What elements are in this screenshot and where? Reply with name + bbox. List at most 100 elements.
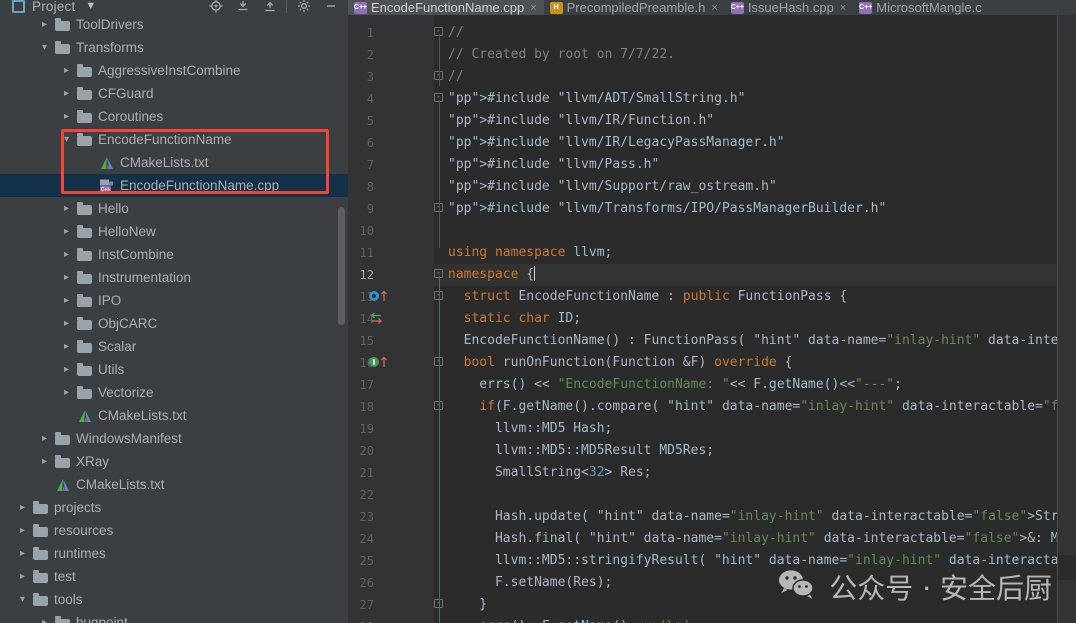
code-line[interactable]: bool runOnFunction(Function &F) override… <box>448 352 793 374</box>
code-line[interactable]: llvm::MD5::MD5Result MD5Res; <box>448 440 714 462</box>
tree-node[interactable]: ▸CMakeLists.txt <box>0 404 348 427</box>
tree-node-label: EncodeFunctionName <box>98 132 232 147</box>
code-line[interactable]: Hash.update( "hint" data-name="inlay-hin… <box>448 506 1076 528</box>
tree-node[interactable]: ▸ test <box>0 565 348 588</box>
gutter-marker-column[interactable] <box>348 15 434 623</box>
cpp-file-icon: C++ <box>731 1 744 14</box>
tree-node[interactable]: ▸ Instrumentation <box>0 266 348 289</box>
code-line[interactable]: // <box>448 22 464 44</box>
tree-node[interactable]: ▸ ToolDrivers <box>0 13 348 36</box>
tree-node[interactable]: ▸ resources <box>0 519 348 542</box>
chevron-right-icon[interactable]: ▸ <box>60 340 73 353</box>
chevron-right-icon[interactable]: ▸ <box>60 110 73 123</box>
tree-node[interactable]: ▸ ObjCARC <box>0 312 348 335</box>
chevron-down-icon[interactable]: ▼ <box>85 0 96 12</box>
implements-arrows-icon[interactable] <box>368 311 394 327</box>
code-line[interactable]: if(F.getName().compare( "hint" data-name… <box>448 396 1076 418</box>
folder-icon <box>77 362 93 378</box>
code-line[interactable]: SmallString<32> Res; <box>448 462 652 484</box>
code-line[interactable]: "pp">#include "llvm/ADT/SmallString.h" <box>448 88 745 110</box>
chevron-right-icon[interactable]: ▸ <box>16 547 29 560</box>
chevron-right-icon[interactable]: ▸ <box>60 317 73 330</box>
chevron-down-icon[interactable]: ▾ <box>38 41 51 54</box>
folder-icon <box>77 132 93 148</box>
code-line[interactable]: "pp">#include "llvm/Transforms/IPO/PassM… <box>448 198 886 220</box>
tree-node[interactable]: ▸ WindowsManifest <box>0 427 348 450</box>
chevron-down-icon[interactable]: ▾ <box>60 133 73 146</box>
close-icon[interactable]: × <box>840 2 846 14</box>
code-line[interactable]: // <box>448 66 464 88</box>
tree-node[interactable]: ▾ tools <box>0 588 348 611</box>
code-line[interactable]: EncodeFunctionName() : FunctionPass( "hi… <box>448 330 1076 352</box>
tree-node[interactable]: ▸ bugpoint <box>0 611 348 623</box>
tree-node[interactable]: ▸ projects <box>0 496 348 519</box>
tree-node[interactable]: ▾ EncodeFunctionName <box>0 128 348 151</box>
tree-node[interactable]: ▸ AggressiveInstCombine <box>0 59 348 82</box>
chevron-right-icon[interactable]: ▸ <box>60 386 73 399</box>
tree-node[interactable]: ▸ runtimes <box>0 542 348 565</box>
class-marker-icon[interactable] <box>368 289 394 305</box>
tree-node[interactable]: ▸ Scalar <box>0 335 348 358</box>
code-line[interactable]: F.setName(Res); <box>448 572 612 594</box>
tree-node[interactable]: ▸ HelloNew <box>0 220 348 243</box>
tree-node[interactable]: ▾ Transforms <box>0 36 348 59</box>
editor-tab[interactable]: C++ IssueHash.cpp × <box>725 0 853 15</box>
chevron-right-icon[interactable]: ▸ <box>60 64 73 77</box>
chevron-right-icon[interactable]: ▸ <box>60 294 73 307</box>
close-icon[interactable]: × <box>530 2 536 14</box>
chevron-right-icon[interactable]: ▸ <box>38 616 51 623</box>
tree-node[interactable]: ▸C++EncodeFunctionName.cpp <box>0 174 348 197</box>
chevron-right-icon[interactable]: ▸ <box>16 501 29 514</box>
editor-tab-bar[interactable]: C++ EncodeFunctionName.cpp × H PrecompiledPr… <box>348 0 1076 15</box>
editor-tab[interactable]: C++ EncodeFunctionName.cpp × <box>348 0 544 15</box>
text-caret <box>534 266 536 281</box>
code-line[interactable]: struct EncodeFunctionName : public Funct… <box>448 286 848 308</box>
code-line[interactable]: // Created by root on 7/7/22. <box>448 44 675 66</box>
tree-node[interactable]: ▸CMakeLists.txt <box>0 151 348 174</box>
chevron-right-icon[interactable]: ▸ <box>38 432 51 445</box>
tree-node[interactable]: ▸ IPO <box>0 289 348 312</box>
project-tree[interactable]: ▸ ToolDrivers ▾ Transforms ▸ AggressiveInstCo… <box>0 13 348 623</box>
chevron-right-icon[interactable]: ▸ <box>16 570 29 583</box>
tree-node[interactable]: ▸ InstCombine <box>0 243 348 266</box>
chevron-right-icon[interactable]: ▸ <box>60 225 73 238</box>
folder-icon <box>77 201 93 217</box>
code-line[interactable]: } <box>448 594 487 616</box>
code-line[interactable]: static char ID; <box>448 308 581 330</box>
editor-scroll-band[interactable] <box>1058 15 1076 623</box>
code-line[interactable]: namespace { <box>448 264 536 286</box>
tree-node[interactable]: ▸ Hello <box>0 197 348 220</box>
code-line[interactable]: "pp">#include "llvm/Pass.h" <box>448 154 659 176</box>
code-line[interactable]: Hash.final( "hint" data-name="inlay-hint… <box>448 528 1076 550</box>
tree-node[interactable]: ▸ XRay <box>0 450 348 473</box>
editor-tab-label: MicrosoftMangle.c <box>876 0 982 15</box>
editor-tab[interactable]: H PrecompiledPreamble.h × <box>544 0 725 15</box>
tree-node[interactable]: ▸CMakeLists.txt <box>0 473 348 496</box>
chevron-right-icon[interactable]: ▸ <box>60 248 73 261</box>
chevron-right-icon[interactable]: ▸ <box>60 202 73 215</box>
code-line[interactable]: "pp">#include "llvm/IR/Function.h" <box>448 110 714 132</box>
folder-icon <box>33 569 49 585</box>
code-line[interactable]: errs()<<F.getName() << '\n'; <box>448 616 698 623</box>
close-icon[interactable]: × <box>711 2 717 14</box>
method-marker-icon[interactable] <box>368 355 394 371</box>
code-line[interactable]: llvm::MD5::stringifyResult( "hint" data-… <box>448 550 1076 572</box>
chevron-right-icon[interactable]: ▸ <box>38 18 51 31</box>
code-line[interactable]: "pp">#include "llvm/IR/LegacyPassManager… <box>448 132 785 154</box>
chevron-down-icon[interactable]: ▾ <box>16 593 29 606</box>
tree-node[interactable]: ▸ CFGuard <box>0 82 348 105</box>
code-content[interactable]: //// Created by root on 7/7/22.//"pp">#i… <box>434 15 1076 623</box>
code-line[interactable]: errs() << "EncodeFunctionName: "<< F.get… <box>448 374 902 396</box>
code-line[interactable]: llvm::MD5 Hash; <box>448 418 612 440</box>
tree-node[interactable]: ▸ Vectorize <box>0 381 348 404</box>
tree-node[interactable]: ▸ Utils <box>0 358 348 381</box>
code-line[interactable]: "pp">#include "llvm/Support/raw_ostream.… <box>448 176 777 198</box>
chevron-right-icon[interactable]: ▸ <box>60 363 73 376</box>
chevron-right-icon[interactable]: ▸ <box>60 87 73 100</box>
code-line[interactable]: using namespace llvm; <box>448 242 612 264</box>
tree-node[interactable]: ▸ Coroutines <box>0 105 348 128</box>
editor-tab[interactable]: C++ MicrosoftMangle.c <box>853 0 988 15</box>
chevron-right-icon[interactable]: ▸ <box>60 271 73 284</box>
chevron-right-icon[interactable]: ▸ <box>16 524 29 537</box>
chevron-right-icon[interactable]: ▸ <box>38 455 51 468</box>
